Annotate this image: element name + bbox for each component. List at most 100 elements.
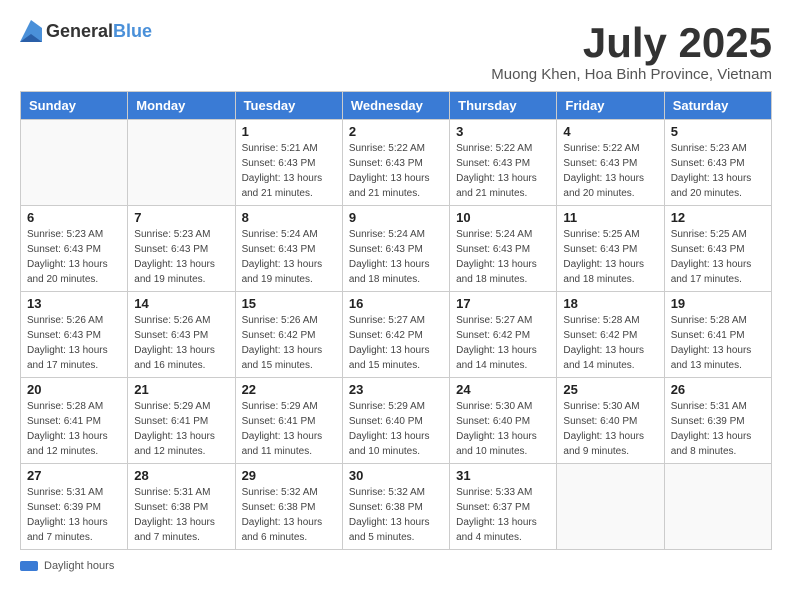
calendar-cell: 2Sunrise: 5:22 AMSunset: 6:43 PMDaylight… [342, 120, 449, 206]
calendar-cell: 5Sunrise: 5:23 AMSunset: 6:43 PMDaylight… [664, 120, 771, 206]
day-number: 1 [242, 124, 336, 139]
calendar-cell: 28Sunrise: 5:31 AMSunset: 6:38 PMDayligh… [128, 464, 235, 550]
calendar-cell: 14Sunrise: 5:26 AMSunset: 6:43 PMDayligh… [128, 292, 235, 378]
day-number: 22 [242, 382, 336, 397]
calendar-cell: 10 Sunrise: 5:24 AMSunset: 6:43 PMDayligh… [450, 206, 557, 292]
day-number: 30 [349, 468, 443, 483]
day-info: Sunrise: 5:30 AMSunset: 6:40 PMDaylight:… [563, 399, 657, 459]
day-number: 27 [27, 468, 121, 483]
calendar-cell: 19 Sunrise: 5:28 AMSunset: 6:41 PMDayligh… [664, 292, 771, 378]
day-number: 16 [349, 296, 443, 311]
day-number: 18 [563, 296, 657, 311]
daylight-bar-icon [20, 561, 38, 571]
day-info: Sunrise: 5:25 AMSunset: 6:43 PMDaylight:… [563, 227, 657, 287]
day-number: 9 [349, 210, 443, 225]
calendar-cell: 27 Sunrise: 5:31 AMSunset: 6:39 PMDayligh… [21, 464, 128, 550]
calendar-cell [128, 120, 235, 206]
logo-text: GeneralBlue [46, 21, 152, 42]
calendar-cell: 8 Sunrise: 5:24 AMSunset: 6:43 PMDaylight… [235, 206, 342, 292]
day-info: Sunrise: 5:24 AMSunset: 6:43 PMDaylight:… [242, 227, 336, 287]
day-number: 31 [456, 468, 550, 483]
day-info: Sunrise: 5:29 AMSunset: 6:41 PMDaylight:… [242, 399, 336, 459]
day-info: Sunrise: 5:21 AMSunset: 6:43 PMDaylight:… [242, 141, 336, 201]
calendar-cell: 17 Sunrise: 5:27 AMSunset: 6:42 PMDayligh… [450, 292, 557, 378]
day-info: Sunrise: 5:29 AMSunset: 6:40 PMDaylight:… [349, 399, 443, 459]
calendar-week-row: 27 Sunrise: 5:31 AMSunset: 6:39 PMDayligh… [21, 464, 772, 550]
day-info: Sunrise: 5:27 AMSunset: 6:42 PMDaylight:… [456, 313, 550, 373]
calendar-cell: 24Sunrise: 5:30 AMSunset: 6:40 PMDayligh… [450, 378, 557, 464]
calendar-cell: 31Sunrise: 5:33 AMSunset: 6:37 PMDayligh… [450, 464, 557, 550]
header-thursday: Thursday [450, 92, 557, 120]
day-info: Sunrise: 5:31 AMSunset: 6:39 PMDaylight:… [27, 485, 121, 545]
calendar-cell: 20Sunrise: 5:28 AMSunset: 6:41 PMDayligh… [21, 378, 128, 464]
day-info: Sunrise: 5:28 AMSunset: 6:42 PMDaylight:… [563, 313, 657, 373]
calendar-header-row: Sunday Monday Tuesday Wednesday Thursday… [21, 92, 772, 120]
logo-icon [20, 20, 42, 42]
day-info: Sunrise: 5:26 AMSunset: 6:43 PMDaylight:… [27, 313, 121, 373]
calendar-cell: 23 Sunrise: 5:29 AMSunset: 6:40 PMDayligh… [342, 378, 449, 464]
day-number: 14 [134, 296, 228, 311]
footer-label: Daylight hours [44, 560, 114, 572]
day-number: 15 [242, 296, 336, 311]
day-info: Sunrise: 5:32 AMSunset: 6:38 PMDaylight:… [242, 485, 336, 545]
day-number: 3 [456, 124, 550, 139]
calendar-cell: 18 Sunrise: 5:28 AMSunset: 6:42 PMDayligh… [557, 292, 664, 378]
day-number: 12 [671, 210, 765, 225]
calendar-cell: 22 Sunrise: 5:29 AMSunset: 6:41 PMDayligh… [235, 378, 342, 464]
day-number: 21 [134, 382, 228, 397]
day-info: Sunrise: 5:24 AMSunset: 6:43 PMDaylight:… [349, 227, 443, 287]
calendar-cell [21, 120, 128, 206]
day-info: Sunrise: 5:31 AMSunset: 6:39 PMDaylight:… [671, 399, 765, 459]
day-number: 19 [671, 296, 765, 311]
day-info: Sunrise: 5:26 AMSunset: 6:42 PMDaylight:… [242, 313, 336, 373]
calendar-cell: 4 Sunrise: 5:22 AMSunset: 6:43 PMDaylight… [557, 120, 664, 206]
day-number: 8 [242, 210, 336, 225]
calendar-cell: 3 Sunrise: 5:22 AMSunset: 6:43 PMDaylight… [450, 120, 557, 206]
calendar-cell: 12 Sunrise: 5:25 AMSunset: 6:43 PMDayligh… [664, 206, 771, 292]
day-number: 10 [456, 210, 550, 225]
day-number: 5 [671, 124, 765, 139]
day-info: Sunrise: 5:27 AMSunset: 6:42 PMDaylight:… [349, 313, 443, 373]
calendar-week-row: 6Sunrise: 5:23 AMSunset: 6:43 PMDaylight… [21, 206, 772, 292]
day-number: 29 [242, 468, 336, 483]
day-number: 11 [563, 210, 657, 225]
header-sunday: Sunday [21, 92, 128, 120]
calendar-week-row: 20Sunrise: 5:28 AMSunset: 6:41 PMDayligh… [21, 378, 772, 464]
calendar-cell: 26 Sunrise: 5:31 AMSunset: 6:39 PMDayligh… [664, 378, 771, 464]
day-info: Sunrise: 5:32 AMSunset: 6:38 PMDaylight:… [349, 485, 443, 545]
day-number: 23 [349, 382, 443, 397]
day-number: 6 [27, 210, 121, 225]
day-info: Sunrise: 5:22 AMSunset: 6:43 PMDaylight:… [456, 141, 550, 201]
logo-blue: Blue [113, 21, 152, 41]
day-number: 13 [27, 296, 121, 311]
day-number: 17 [456, 296, 550, 311]
calendar-week-row: 1 Sunrise: 5:21 AMSunset: 6:43 PMDaylight… [21, 120, 772, 206]
calendar-cell: 6Sunrise: 5:23 AMSunset: 6:43 PMDaylight… [21, 206, 128, 292]
header-monday: Monday [128, 92, 235, 120]
day-info: Sunrise: 5:22 AMSunset: 6:43 PMDaylight:… [563, 141, 657, 201]
calendar-cell: 29 Sunrise: 5:32 AMSunset: 6:38 PMDayligh… [235, 464, 342, 550]
day-info: Sunrise: 5:24 AMSunset: 6:43 PMDaylight:… [456, 227, 550, 287]
page-header: GeneralBlue July 2025 Muong Khen, Hoa Bi… [20, 20, 772, 83]
calendar-cell: 7Sunrise: 5:23 AMSunset: 6:43 PMDaylight… [128, 206, 235, 292]
logo-general: General [46, 21, 113, 41]
day-info: Sunrise: 5:25 AMSunset: 6:43 PMDaylight:… [671, 227, 765, 287]
day-number: 20 [27, 382, 121, 397]
day-number: 28 [134, 468, 228, 483]
day-info: Sunrise: 5:30 AMSunset: 6:40 PMDaylight:… [456, 399, 550, 459]
day-info: Sunrise: 5:29 AMSunset: 6:41 PMDaylight:… [134, 399, 228, 459]
calendar-cell [664, 464, 771, 550]
day-number: 26 [671, 382, 765, 397]
logo: GeneralBlue [20, 20, 152, 42]
calendar-cell: 1 Sunrise: 5:21 AMSunset: 6:43 PMDaylight… [235, 120, 342, 206]
calendar-cell: 11 Sunrise: 5:25 AMSunset: 6:43 PMDayligh… [557, 206, 664, 292]
calendar-cell: 13 Sunrise: 5:26 AMSunset: 6:43 PMDayligh… [21, 292, 128, 378]
day-number: 7 [134, 210, 228, 225]
day-number: 4 [563, 124, 657, 139]
calendar-cell: 9 Sunrise: 5:24 AMSunset: 6:43 PMDaylight… [342, 206, 449, 292]
header-saturday: Saturday [664, 92, 771, 120]
day-info: Sunrise: 5:22 AMSunset: 6:43 PMDaylight:… [349, 141, 443, 201]
calendar-week-row: 13 Sunrise: 5:26 AMSunset: 6:43 PMDayligh… [21, 292, 772, 378]
day-info: Sunrise: 5:28 AMSunset: 6:41 PMDaylight:… [671, 313, 765, 373]
title-section: July 2025 Muong Khen, Hoa Binh Province,… [491, 20, 772, 83]
